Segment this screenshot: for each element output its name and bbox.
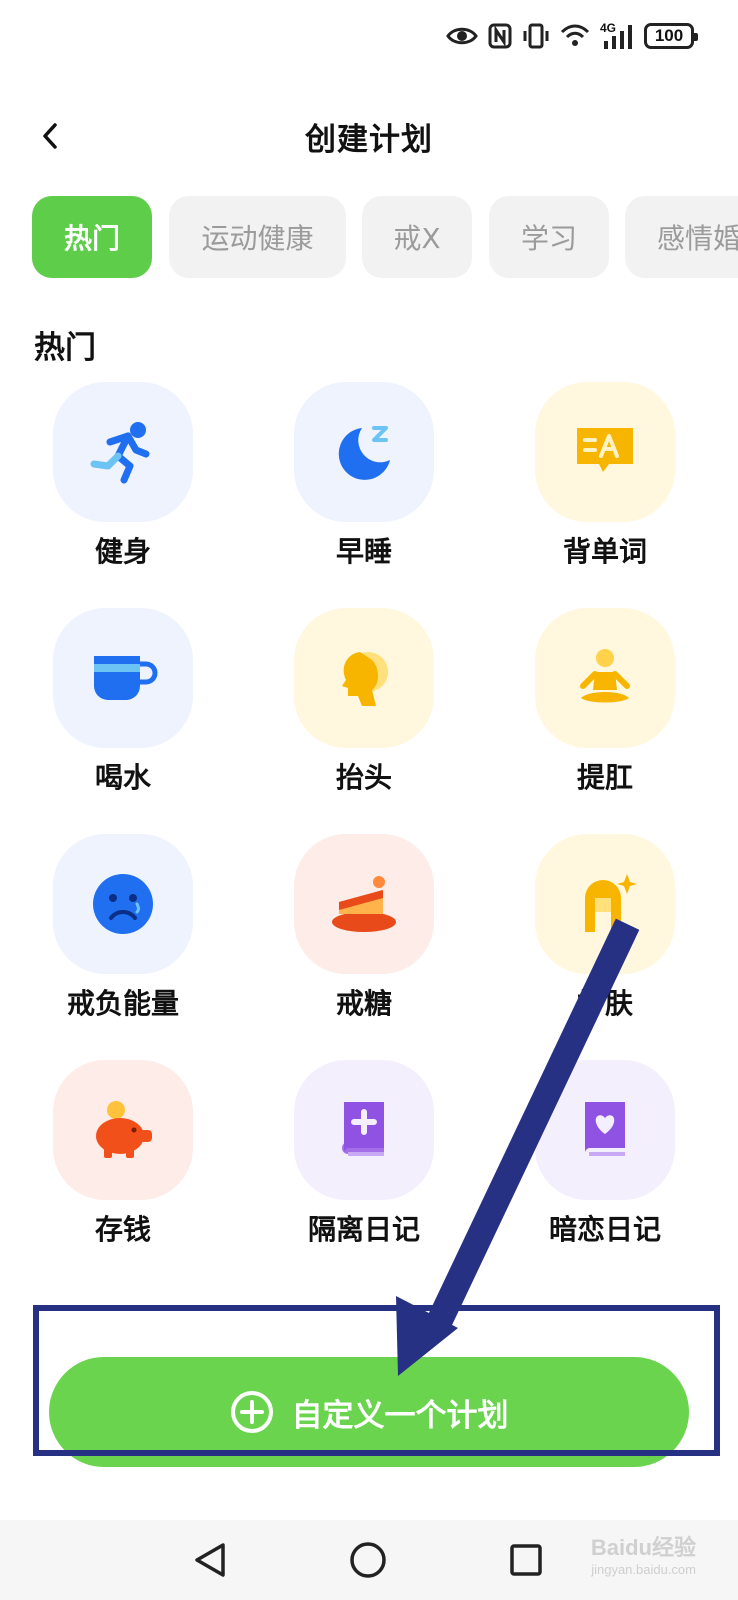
custom-plan-button[interactable]: 自定义一个计划 (49, 1357, 689, 1467)
plan-item-early-sleep[interactable]: 早睡 (261, 382, 461, 592)
plus-circle-icon (230, 1390, 274, 1434)
plan-tile (294, 1060, 434, 1200)
status-icons: 4G 100 (446, 20, 698, 52)
watermark-brand: Baidu经验 (590, 1535, 696, 1560)
plan-item-crush-diary[interactable]: 暗恋日记 (502, 1060, 702, 1270)
running-icon (90, 422, 150, 484)
section-title: 热门 (34, 330, 96, 366)
status-bar: 4G 100 (0, 0, 738, 70)
plan-item-fitness[interactable]: 健身 (20, 382, 220, 592)
plan-label: 背单词 (562, 535, 647, 568)
tab-hot[interactable]: 热门 (32, 196, 152, 278)
plan-item-quarantine-diary[interactable]: 隔离日记 (261, 1060, 461, 1270)
plan-label: 隔离日记 (307, 1213, 420, 1246)
tab-relationship[interactable]: 感情婚 (625, 196, 738, 278)
plan-item-save-money[interactable]: 存钱 (20, 1060, 220, 1270)
plan-label: 健身 (94, 535, 151, 568)
nav-back-button[interactable] (188, 1538, 232, 1582)
nav-home-button[interactable] (346, 1538, 390, 1582)
heart-book-icon (585, 1102, 625, 1156)
nfc-icon (488, 23, 512, 49)
header: 创建计划 (0, 100, 738, 170)
plan-tile (535, 834, 675, 974)
piggy-bank-icon (96, 1101, 152, 1158)
plan-item-kegel[interactable]: 提肛 (502, 608, 702, 818)
baidu-watermark: Baidu经验 jingyan.baidu.com (591, 1530, 696, 1577)
tab-sports-health[interactable]: 运动健康 (169, 196, 346, 278)
plan-label: 护肤 (576, 987, 633, 1020)
square-recents-icon (510, 1544, 542, 1576)
plan-item-drink-water[interactable]: 喝水 (20, 608, 220, 818)
sparkle-face-icon (585, 874, 637, 932)
plan-tile (535, 1060, 675, 1200)
triangle-back-icon (195, 1543, 225, 1577)
plan-label: 早睡 (335, 535, 392, 568)
plan-item-skincare[interactable]: 护肤 (502, 834, 702, 1044)
cup-icon (94, 656, 158, 700)
circle-home-icon (350, 1542, 386, 1578)
plan-label: 存钱 (94, 1213, 151, 1246)
plan-label: 抬头 (335, 761, 392, 794)
custom-plan-label: 自定义一个计划 (291, 1397, 509, 1434)
meditation-icon (580, 649, 630, 703)
plan-item-no-negativity[interactable]: 戒负能量 (20, 834, 220, 1044)
sad-face-icon (93, 874, 153, 934)
plan-label: 提肛 (576, 761, 633, 794)
moon-sleep-icon (338, 426, 390, 480)
wifi-icon (560, 24, 590, 46)
tab-study[interactable]: 学习 (489, 196, 609, 278)
medical-book-icon (342, 1102, 384, 1156)
plan-label: 戒糖 (335, 987, 392, 1020)
watermark-url: jingyan.baidu.com (591, 1562, 696, 1577)
tab-quit-x[interactable]: 戒X (362, 196, 472, 278)
plan-tile (535, 608, 675, 748)
plan-label: 暗恋日记 (548, 1213, 661, 1246)
plan-item-vocabulary[interactable]: 背单词 (502, 382, 702, 592)
nav-recents-button[interactable] (504, 1538, 548, 1582)
plan-tile (294, 382, 434, 522)
plan-tile (294, 608, 434, 748)
plan-tile (53, 1060, 193, 1200)
eye-icon (446, 27, 478, 45)
page-title: 创建计划 (305, 122, 433, 158)
cellular-signal-icon: 4G (600, 21, 634, 49)
head-profile-icon (342, 652, 388, 706)
plan-label: 喝水 (94, 761, 151, 794)
plan-tile (535, 382, 675, 522)
vocabulary-card-icon (577, 428, 633, 472)
plan-item-no-sugar[interactable]: 戒糖 (261, 834, 461, 1044)
category-tabs: 热门 运动健康 戒X 学习 感情婚 (32, 196, 738, 280)
cake-icon (332, 876, 396, 932)
plan-tile (53, 382, 193, 522)
battery-indicator: 100 (644, 23, 698, 49)
vibrate-icon (523, 23, 549, 49)
plan-tile (53, 834, 193, 974)
plan-tile (294, 834, 434, 974)
plan-label: 戒负能量 (66, 987, 179, 1020)
plan-tile (53, 608, 193, 748)
plan-item-head-up[interactable]: 抬头 (261, 608, 461, 818)
network-type: 4G (600, 21, 617, 35)
